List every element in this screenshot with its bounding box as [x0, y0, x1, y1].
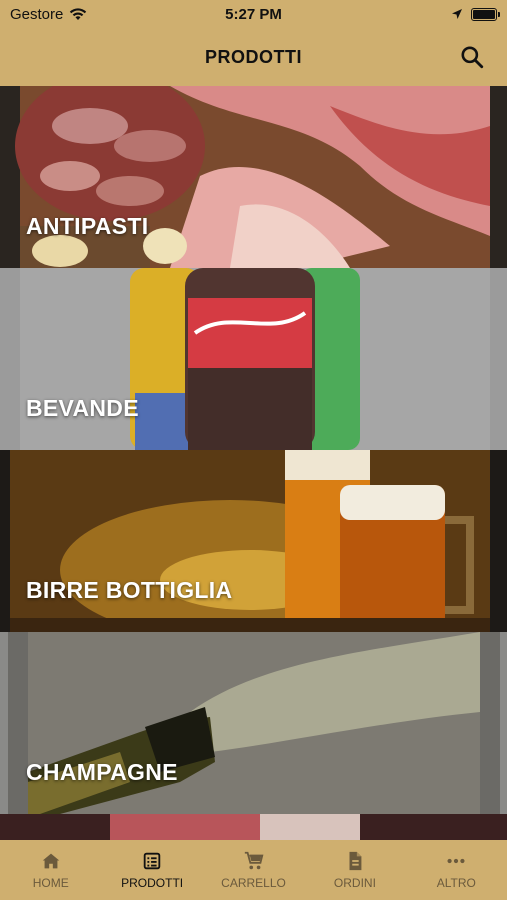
category-card-bevande[interactable]: BEVANDE [0, 268, 507, 450]
antipasti-image [0, 86, 507, 268]
category-label: BEVANDE [26, 395, 139, 421]
tab-bar: HOME PRODOTTI CARRELLO ORDINI ALTRO [0, 840, 507, 900]
more-icon [447, 858, 465, 864]
category-label: BIRRE BOTTIGLIA [26, 577, 233, 603]
category-card-birre-bottiglia[interactable]: BIRRE BOTTIGLIA [0, 450, 507, 632]
category-card-partial[interactable] [0, 814, 507, 840]
champagne-image [0, 632, 507, 814]
category-card-champagne[interactable]: CHAMPAGNE [0, 632, 507, 814]
tab-label: ORDINI [333, 876, 376, 890]
battery-icon [471, 7, 500, 21]
tab-prodotti[interactable]: PRODOTTI [101, 840, 202, 900]
navigation-bar: PRODOTTI [0, 28, 507, 86]
status-right [451, 7, 500, 21]
category-label: ANTIPASTI [26, 213, 149, 239]
document-icon [349, 851, 362, 871]
list-icon [143, 852, 161, 870]
tab-home[interactable]: HOME [0, 840, 101, 900]
tab-label: CARRELLO [221, 876, 286, 890]
category-list[interactable]: ANTIPASTI BEVANDE BIRRE BOTTIGLIA CHAMPA… [0, 86, 507, 840]
home-icon [42, 853, 59, 869]
page-title: PRODOTTI [205, 46, 302, 67]
wifi-icon [70, 7, 87, 20]
tab-label: ALTRO [436, 876, 476, 890]
location-arrow-icon [452, 9, 462, 19]
category-card-antipasti[interactable]: ANTIPASTI [0, 86, 507, 268]
status-bar: Gestore 5:27 PM [0, 0, 507, 28]
search-icon[interactable] [459, 44, 485, 70]
tab-label: HOME [32, 876, 69, 890]
category-label: CHAMPAGNE [26, 759, 178, 785]
carrier-label: Gestore [10, 5, 64, 23]
cart-icon [244, 851, 263, 870]
partial-category-image [0, 814, 507, 840]
tab-label: PRODOTTI [121, 876, 184, 890]
bevande-image [0, 268, 507, 450]
status-left: Gestore [10, 6, 87, 23]
birre-bottiglia-image [0, 450, 507, 632]
tab-ordini[interactable]: ORDINI [304, 840, 405, 900]
tab-carrello[interactable]: CARRELLO [203, 840, 304, 900]
tab-altro[interactable]: ALTRO [406, 840, 507, 900]
